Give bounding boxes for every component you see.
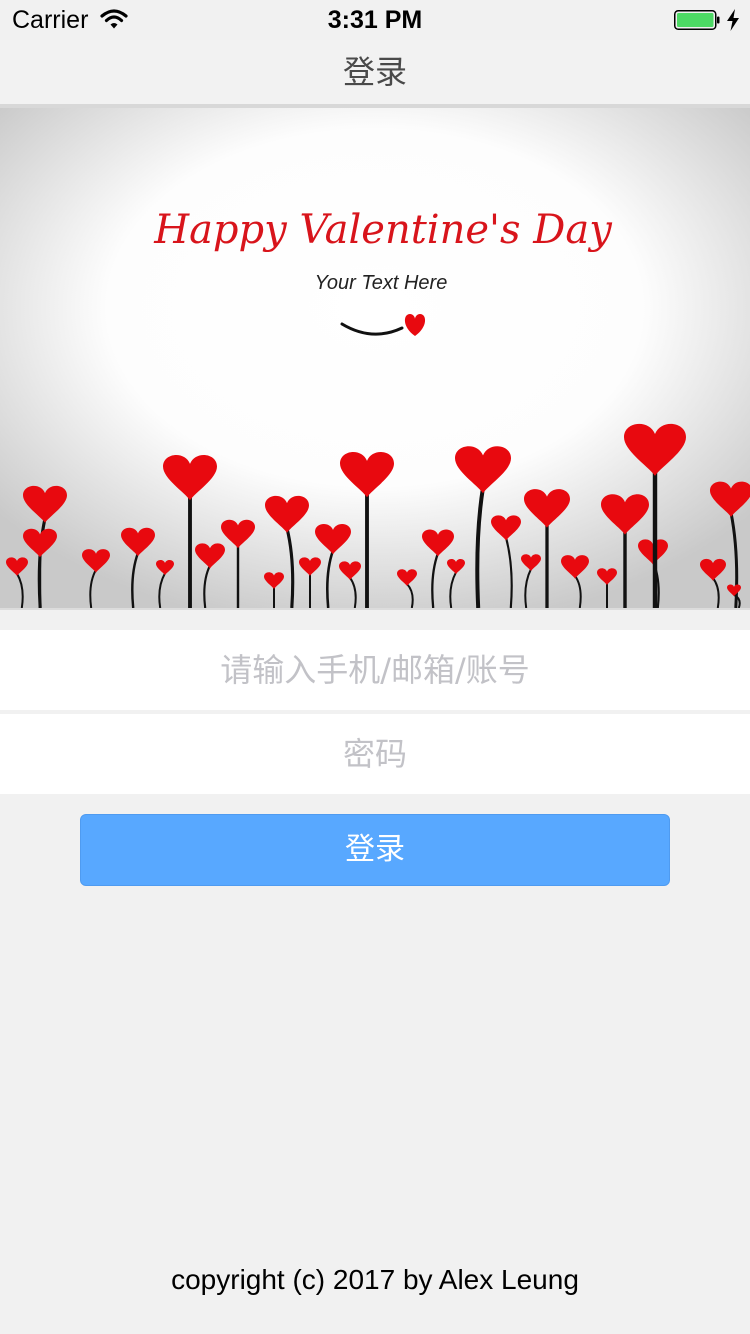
page-title: 登录 (342, 54, 407, 90)
account-input[interactable] (0, 630, 750, 710)
login-button[interactable]: 登录 (80, 814, 670, 886)
navigation-bar: 登录 (0, 40, 750, 108)
status-bar: Carrier 3:31 PM (0, 0, 750, 40)
copyright-text: copyright (c) 2017 by Alex Leung (171, 1264, 579, 1295)
banner-background (0, 108, 750, 608)
battery-icon (674, 10, 720, 30)
login-screen: Carrier 3:31 PM 登录 Happy Valentine's Day… (0, 0, 750, 1334)
banner-subtitle: Your Text Here (315, 272, 448, 294)
password-input[interactable] (0, 714, 750, 794)
valentine-illustration: Happy Valentine's Day Your Text Here (0, 108, 750, 608)
account-field[interactable] (0, 630, 750, 710)
password-field[interactable] (0, 714, 750, 794)
banner-image: Happy Valentine's Day Your Text Here (0, 108, 750, 610)
status-time: 3:31 PM (327, 6, 423, 34)
banner-headline: Happy Valentine's Day (153, 207, 613, 253)
charging-bolt-icon (727, 9, 739, 31)
